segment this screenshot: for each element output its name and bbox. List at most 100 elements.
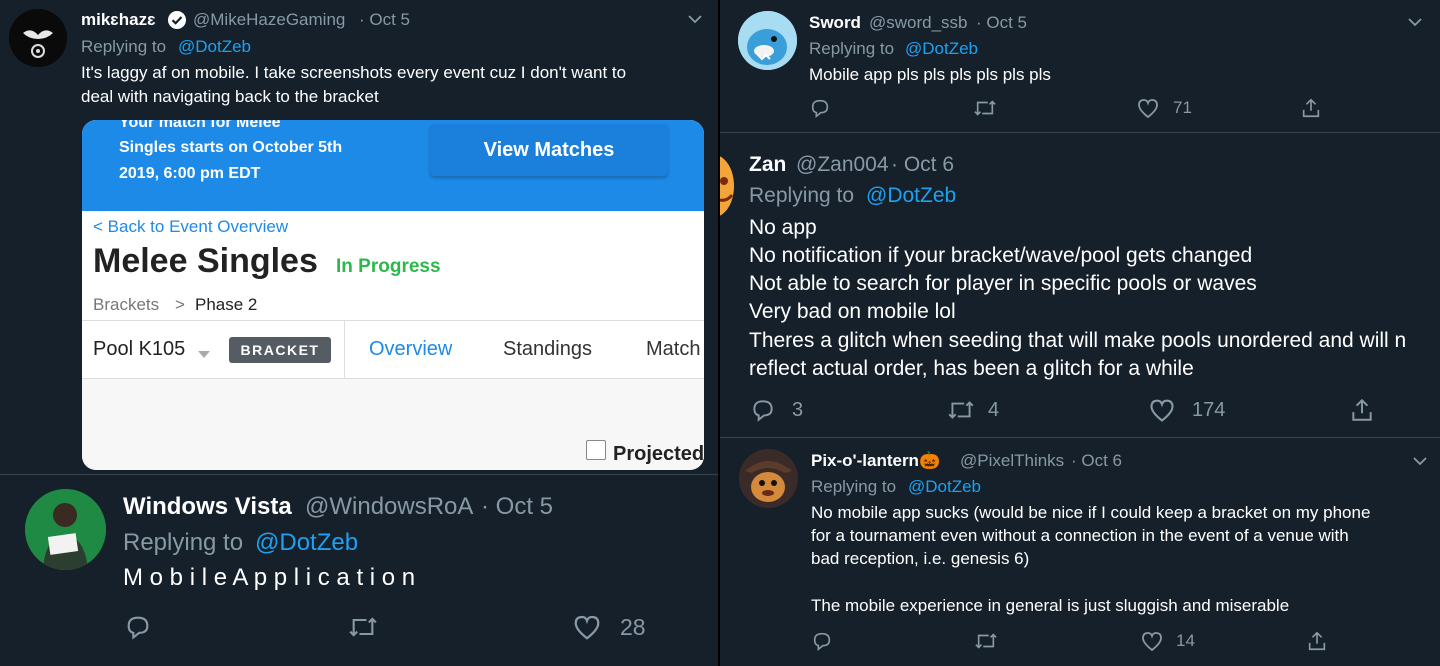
display-name[interactable]: Sword <box>809 13 861 33</box>
replying-label: Replying to <box>809 39 895 58</box>
tweet-sword[interactable]: Sword @sword_ssb · Oct 5 Replying to @Do… <box>720 0 1440 131</box>
status-badge: In Progress <box>336 256 441 277</box>
tab-overview[interactable]: Overview <box>369 338 452 361</box>
display-name[interactable]: Windows Vista <box>123 493 292 521</box>
like-count: 174 <box>1192 398 1226 421</box>
timestamp[interactable]: · Oct 5 <box>359 10 410 30</box>
right-column: Sword @sword_ssb · Oct 5 Replying to @Do… <box>720 0 1440 666</box>
avatar[interactable] <box>25 489 106 570</box>
retweet-button[interactable]: 4 <box>946 397 999 423</box>
display-name[interactable]: Zan <box>749 153 786 177</box>
match-banner: Your match for Melee Singles starts on O… <box>82 120 704 211</box>
banner-text: 2019, 6:00 pm EDT <box>119 165 261 182</box>
tweet-text-line: bad reception, i.e. genesis 6) <box>811 549 1030 568</box>
like-button[interactable]: 71 <box>1136 97 1192 119</box>
left-column: mikɛhazɛ @MikeHazeGaming · Oct 5 Replyin… <box>0 0 718 666</box>
back-to-event-link[interactable]: < Back to Event Overview <box>93 217 288 237</box>
handle[interactable]: @PixelThinks <box>960 451 1064 471</box>
handle[interactable]: @WindowsRoA <box>305 493 473 521</box>
tweet-mikehaze[interactable]: mikɛhazɛ @MikeHazeGaming · Oct 5 Replyin… <box>0 0 718 474</box>
share-icon[interactable] <box>1306 630 1328 652</box>
share-icon[interactable] <box>1300 97 1322 119</box>
chevron-down-icon[interactable] <box>1411 452 1429 475</box>
timestamp[interactable]: · Oct 6 <box>891 153 954 177</box>
like-count: 14 <box>1176 631 1195 650</box>
replying-to-link[interactable]: @DotZeb <box>905 39 978 59</box>
timestamp[interactable]: · Oct 5 <box>976 13 1027 33</box>
avatar[interactable] <box>9 9 67 67</box>
replying-to-link[interactable]: @DotZeb <box>866 184 956 208</box>
avatar[interactable] <box>738 11 797 70</box>
view-matches-label: View Matches <box>483 138 615 161</box>
tweet-text-line: No notification if your bracket/wave/poo… <box>749 244 1253 267</box>
avatar[interactable] <box>720 155 734 217</box>
reply-count: 3 <box>792 398 804 421</box>
verified-badge-icon <box>167 10 187 35</box>
tweet-text-line: No mobile app sucks (would be nice if I … <box>811 503 1371 522</box>
reply-icon[interactable] <box>809 97 831 119</box>
timestamp[interactable]: · Oct 6 <box>1071 451 1122 471</box>
tweet-text-line: reflect actual order, has been a glitch … <box>749 357 1194 380</box>
breadcrumb-root[interactable]: Brackets <box>93 295 159 315</box>
display-name[interactable]: mikɛhazɛ <box>81 10 156 30</box>
divider <box>344 320 345 378</box>
breadcrumb-leaf: Phase 2 <box>195 295 258 314</box>
content-area <box>82 379 704 470</box>
tweet-text-line: No app <box>749 216 817 239</box>
replying-to-link[interactable]: @DotZeb <box>908 477 981 497</box>
retweet-count: 4 <box>988 398 1000 421</box>
like-button[interactable]: 14 <box>1140 630 1195 652</box>
bracket-badge-label: BRACKET <box>240 342 320 358</box>
tweet-text-line: for a tournament even without a connecti… <box>811 526 1349 545</box>
retweet-icon[interactable] <box>346 613 380 641</box>
tweet-text-line: The mobile experience in general is just… <box>811 596 1290 615</box>
divider <box>82 320 704 321</box>
replying-label: Replying to <box>749 184 855 207</box>
tweet-text-line: deal with navigating back to the bracket <box>81 87 379 106</box>
tweet-text-line: Very bad on mobile lol <box>749 300 956 323</box>
share-icon[interactable] <box>1349 397 1375 423</box>
handle[interactable]: @MikeHazeGaming <box>193 10 345 30</box>
tweet-windowsvista[interactable]: Windows Vista @WindowsRoA · Oct 5 Replyi… <box>0 475 718 666</box>
tab-matches[interactable]: Match <box>646 338 700 361</box>
avatar[interactable] <box>739 449 798 508</box>
like-count: 28 <box>620 613 646 640</box>
replying-label: Replying to <box>811 477 897 496</box>
replying-label: Replying to <box>123 529 244 556</box>
reply-icon[interactable] <box>811 630 833 652</box>
chevron-down-icon[interactable] <box>686 10 704 33</box>
replying-to-link[interactable]: @DotZeb <box>255 529 358 557</box>
view-matches-button[interactable]: View Matches <box>430 124 668 176</box>
bracket-badge: BRACKET <box>229 337 331 363</box>
chevron-down-icon[interactable] <box>198 346 210 364</box>
handle[interactable]: @Zan004 <box>796 153 889 177</box>
breadcrumb-separator: > <box>175 295 185 314</box>
projected-label: Projected <box>613 443 704 465</box>
tab-standings[interactable]: Standings <box>503 338 592 361</box>
banner-text: Your match for Melee <box>119 120 281 131</box>
retweet-icon[interactable] <box>973 630 999 652</box>
like-button[interactable]: 174 <box>1148 397 1225 423</box>
projected-checkbox[interactable] <box>586 440 606 460</box>
like-button[interactable]: 28 <box>572 613 646 641</box>
reply-icon[interactable] <box>124 613 152 641</box>
tweet-text: M o b i l e A p p l i c a t i o n <box>123 564 416 591</box>
tweet-zan[interactable]: Zan @Zan004 · Oct 6 Replying to @DotZeb … <box>720 133 1440 437</box>
banner-text: Singles starts on October 5th <box>119 139 343 156</box>
replying-label: Replying to <box>81 37 167 56</box>
handle[interactable]: @sword_ssb <box>869 13 968 33</box>
tweet-pixolantern[interactable]: Pix-o'-lantern🎃 @PixelThinks · Oct 6 Rep… <box>720 438 1440 666</box>
reply-button[interactable]: 3 <box>750 397 803 423</box>
like-count: 71 <box>1173 98 1192 117</box>
tweet-text: Mobile app pls pls pls pls pls pls <box>809 65 1051 84</box>
attached-image[interactable]: Your match for Melee Singles starts on O… <box>82 120 704 470</box>
pool-select[interactable]: Pool K105 <box>93 338 185 361</box>
retweet-icon[interactable] <box>972 97 998 119</box>
tweet-text-line: Theres a glitch when seeding that will m… <box>749 329 1407 352</box>
display-name[interactable]: Pix-o'-lantern🎃 <box>811 451 940 471</box>
tweet-text-line: Not able to search for player in specifi… <box>749 272 1257 295</box>
event-title: Melee Singles <box>93 242 318 280</box>
replying-to-link[interactable]: @DotZeb <box>178 37 251 57</box>
chevron-down-icon[interactable] <box>1406 13 1424 36</box>
timestamp[interactable]: · Oct 5 <box>481 493 553 521</box>
